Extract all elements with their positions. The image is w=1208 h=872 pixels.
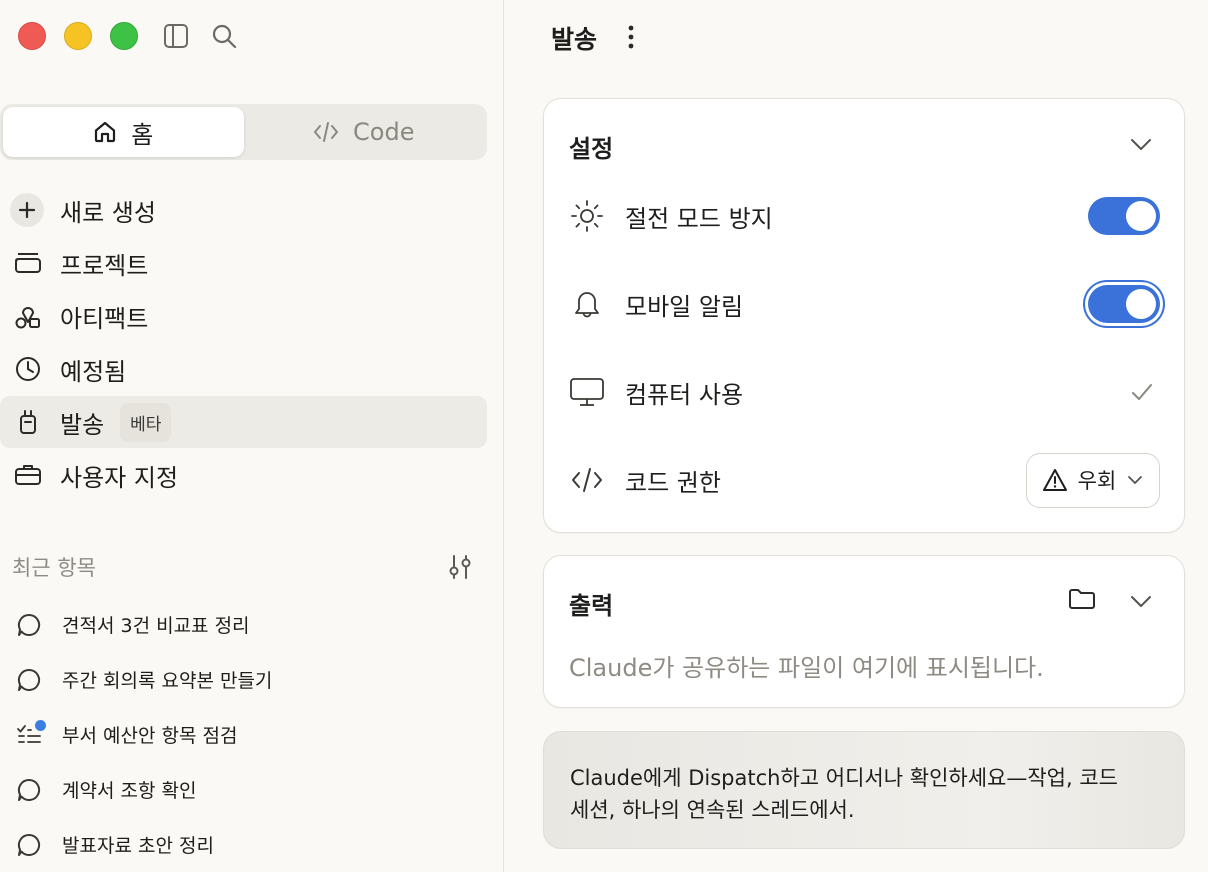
setting-label: 코드 권한: [625, 468, 721, 497]
chevron-down-icon: [1126, 471, 1144, 489]
recent-item[interactable]: 견적서 3건 비교표 정리: [0, 597, 487, 652]
recent-item-label: 주간 회의록 요약본 만들기: [62, 670, 273, 692]
bell-icon: [569, 286, 605, 322]
output-card: 출력 Claude가 공유하는 파일이 여기에 표시됩니다.: [543, 555, 1185, 708]
dispatch-icon: [12, 406, 44, 438]
folder-box-icon: [12, 247, 44, 279]
sidebar-item-dispatch[interactable]: 발송 베타: [0, 396, 487, 448]
artifact-icon: [12, 300, 44, 332]
recent-item-label: 발표자료 초안 정리: [62, 835, 214, 857]
more-options-icon[interactable]: [623, 24, 639, 50]
setting-row-code-permission: 코드 권한 우회: [569, 452, 1160, 508]
dispatch-info-banner: Claude에게 Dispatch하고 어디서나 확인하세요—작업, 코드 세션…: [543, 731, 1185, 849]
sidebar-item-customize[interactable]: 사용자 지정: [0, 449, 487, 501]
clock-icon: [12, 353, 44, 385]
checkmark-icon[interactable]: [1130, 380, 1154, 404]
recent-header: 최근 항목: [12, 552, 474, 582]
beta-badge: 베타: [120, 402, 172, 442]
chevron-down-icon[interactable]: [1128, 131, 1154, 157]
recent-item-label: 견적서 3건 비교표 정리: [62, 615, 250, 637]
unread-dot: [35, 719, 46, 731]
tab-code[interactable]: Code: [244, 107, 485, 157]
code-icon: [569, 462, 605, 498]
chat-bubble-icon: [16, 667, 42, 693]
briefcase-icon: [12, 459, 44, 491]
tab-code-label: Code: [353, 118, 415, 146]
sidebar-item-label: 발송: [60, 410, 105, 439]
sidebar-item-label: 사용자 지정: [60, 463, 179, 492]
toggle-knob: [1126, 201, 1156, 231]
search-icon[interactable]: [210, 22, 238, 50]
code-permission-select[interactable]: 우회: [1026, 452, 1160, 508]
toggle-knob: [1126, 289, 1156, 319]
output-empty-text: Claude가 공유하는 파일이 여기에 표시됩니다.: [569, 654, 1044, 682]
setting-label: 절전 모드 방지: [625, 204, 773, 233]
recent-list: 견적서 3건 비교표 정리 주간 회의록 요약본 만들기 부서 예산안 항목 점…: [0, 597, 487, 872]
recent-item[interactable]: 주간 회의록 요약본 만들기: [0, 652, 487, 707]
recent-item-label: 부서 예산안 항목 점검: [62, 725, 238, 747]
banner-line-2: 세션, 하나의 연속된 스레드에서.: [570, 798, 855, 822]
tab-home[interactable]: 홈: [3, 107, 244, 157]
recent-item[interactable]: 부서 예산안 항목 점검: [0, 707, 487, 762]
mobile-notifications-toggle[interactable]: [1088, 285, 1160, 323]
sidebar-item-label: 예정됨: [60, 357, 127, 386]
sidebar-item-scheduled[interactable]: 예정됨: [0, 343, 487, 395]
banner-line-1: Claude에게 Dispatch하고 어디서나 확인하세요—작업, 코드: [570, 766, 1118, 790]
settings-title: 설정: [569, 135, 614, 163]
folder-icon[interactable]: [1068, 586, 1096, 612]
setting-label: 컴퓨터 사용: [625, 380, 744, 409]
setting-row-computer-use: 컴퓨터 사용: [569, 368, 1160, 416]
mode-switcher: 홈 Code: [0, 104, 487, 160]
sidebar-item-projects[interactable]: 프로젝트: [0, 237, 487, 289]
chat-bubble-icon: [16, 777, 42, 803]
output-title: 출력: [569, 592, 614, 620]
chevron-down-icon[interactable]: [1128, 588, 1154, 614]
minimize-window-button[interactable]: [64, 22, 92, 50]
setting-row-mobile-notifications: 모바일 알림: [569, 280, 1160, 328]
sidebar-item-label: 프로젝트: [60, 251, 149, 280]
sidebar-item-artifacts[interactable]: 아티팩트: [0, 290, 487, 342]
sidebar-item-label: 아티팩트: [60, 304, 149, 333]
plus-icon: [10, 193, 44, 227]
home-icon: [93, 120, 117, 144]
settings-card: 설정 절전 모드 방지 모바일 알림 컴퓨터 사용 코드 권한 우회: [543, 98, 1185, 533]
main-panel: 발송 설정 절전 모드 방지 모바일 알림 컴퓨터 사용 코드 권한 우회 출력…: [505, 0, 1208, 872]
sidebar-item-new[interactable]: 새로 생성: [0, 184, 487, 236]
prevent-sleep-toggle[interactable]: [1088, 197, 1160, 235]
sun-icon: [569, 198, 605, 234]
recent-title: 최근 항목: [12, 556, 96, 580]
page-title: 발송: [551, 25, 598, 54]
code-permission-value: 우회: [1077, 469, 1117, 493]
filter-sliders-icon[interactable]: [446, 553, 474, 581]
chat-bubble-icon: [16, 612, 42, 638]
sidebar-item-label: 새로 생성: [60, 198, 156, 227]
monitor-icon: [569, 374, 605, 410]
setting-label: 모바일 알림: [625, 292, 744, 321]
warning-icon: [1042, 468, 1068, 492]
recent-item[interactable]: 계약서 조항 확인: [0, 762, 487, 817]
window-controls: [18, 22, 138, 50]
close-window-button[interactable]: [18, 22, 46, 50]
task-list-icon: [16, 719, 46, 748]
sidebar-nav: 새로 생성 프로젝트 아티팩트 예정됨 발송 베타 사용자 지정: [0, 184, 487, 502]
code-icon: [313, 120, 339, 144]
chat-bubble-icon: [16, 832, 42, 858]
setting-row-prevent-sleep: 절전 모드 방지: [569, 192, 1160, 240]
sidebar-toggle-icon[interactable]: [162, 22, 190, 50]
maximize-window-button[interactable]: [110, 22, 138, 50]
tab-home-label: 홈: [131, 120, 154, 149]
sidebar: 홈 Code 새로 생성 프로젝트 아티팩트 예정됨 발송 베타 사용자 지정 …: [0, 0, 504, 872]
recent-item[interactable]: 발표자료 초안 정리: [0, 817, 487, 872]
recent-item-label: 계약서 조항 확인: [62, 780, 197, 802]
